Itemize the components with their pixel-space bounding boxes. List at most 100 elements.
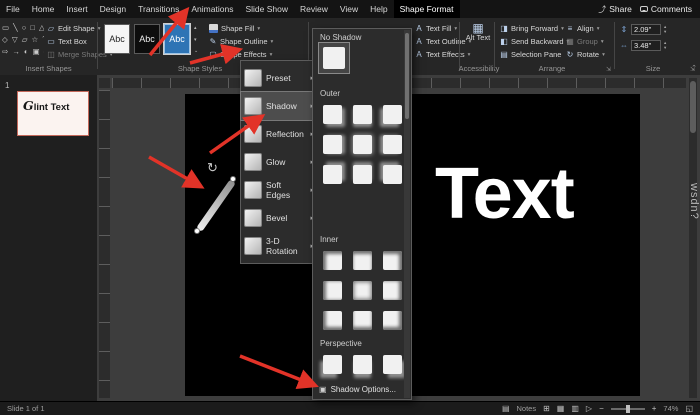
shadow-swatch-inner-9[interactable] [379, 307, 405, 333]
shadow-swatch-outer-6[interactable] [379, 131, 405, 157]
shadow-swatch-outer-5[interactable] [349, 131, 375, 157]
fit-to-window-icon[interactable]: ◱ [685, 404, 693, 413]
shadow-swatch-outer-2[interactable] [349, 101, 375, 127]
slide-thumbnail[interactable]: Glint Text [17, 91, 89, 136]
gallery-up-icon[interactable]: ▴ [194, 25, 198, 31]
height-spinner[interactable]: ▴▾ [664, 25, 666, 34]
selection-handle[interactable] [194, 228, 200, 234]
selection-handle[interactable] [230, 176, 236, 182]
normal-view-icon[interactable]: ⊞ [543, 404, 550, 413]
shadow-swatch-outer-3[interactable] [379, 101, 405, 127]
flyout-scrollbar-thumb[interactable] [405, 33, 409, 119]
selection-pane-button[interactable]: ▤ Selection Pane [499, 49, 561, 60]
chevron-down-icon: ▾ [561, 26, 564, 32]
arrange-dialog-launcher[interactable]: ⇲ [606, 66, 611, 73]
shadow-swatch-outer-8[interactable] [349, 161, 375, 187]
gallery-more-icon[interactable]: ⌄ [194, 48, 198, 54]
shape-style-preview-2[interactable]: Abc [134, 24, 160, 54]
group-button[interactable]: ▦ Group ▾ [565, 36, 604, 47]
menu-item-bevel[interactable]: Bevel ▸ [241, 204, 317, 232]
tab-help[interactable]: Help [364, 0, 393, 18]
shape-effects-button[interactable]: ▢ Shape Effects ▾ [208, 49, 272, 60]
menu-item-shadow[interactable]: Shadow ▸ [241, 92, 317, 120]
gallery-down-icon[interactable]: ▾ [194, 37, 198, 43]
shadow-swatch-outer-1[interactable] [319, 101, 345, 127]
shape-width-input[interactable]: 3.48" [631, 40, 661, 51]
canvas-scrollbar[interactable] [689, 78, 697, 398]
zoom-percent[interactable]: 74% [663, 404, 678, 413]
shadow-swatch-outer-4[interactable] [319, 131, 345, 157]
shape-fill-button[interactable]: Shape Fill ▾ [208, 23, 260, 34]
shadow-swatch-inner-3[interactable] [379, 247, 405, 273]
menu-item-reflection[interactable]: Reflection ▸ [241, 120, 317, 148]
tab-file[interactable]: File [0, 0, 26, 18]
menu-item-soft-edges[interactable]: Soft Edges ▸ [241, 176, 317, 204]
shadow-swatch-outer-7[interactable] [319, 161, 345, 187]
shadow-swatch-inner-8[interactable] [349, 307, 375, 333]
shape-gallery[interactable]: ▭ ╲ ○ □ △ ◇ ▽ ▱ ☆ ⌒ ⇨ → ◐ ▣ ◇ [2, 22, 44, 60]
chevron-down-icon: ▾ [454, 26, 457, 32]
comments-button[interactable]: Comments [640, 4, 692, 14]
tab-insert[interactable]: Insert [60, 0, 93, 18]
text-effects-button[interactable]: A Text Effects ▾ [414, 49, 470, 60]
collapse-ribbon-icon[interactable]: ⌃ [691, 64, 697, 72]
edit-shape-button[interactable]: ▱ Edit Shape ▾ [46, 23, 100, 34]
text-box-button[interactable]: ▭ Text Box [46, 36, 87, 47]
scrollbar-thumb[interactable] [690, 81, 696, 133]
align-button[interactable]: ≡ Align ▾ [565, 23, 599, 34]
no-shadow-swatch[interactable] [319, 43, 349, 73]
tab-shape-format[interactable]: Shape Format [394, 0, 460, 18]
slide-sorter-view-icon[interactable]: ▦ [557, 404, 565, 413]
zoom-slider-thumb[interactable] [626, 405, 630, 413]
shadow-swatch-inner-6[interactable] [379, 277, 405, 303]
slide-text[interactable]: Text [435, 158, 574, 230]
group-divider [97, 22, 98, 69]
shadow-swatch-inner-5[interactable] [349, 277, 375, 303]
share-button[interactable]: ⤴ Share [598, 4, 632, 15]
tab-animations[interactable]: Animations [185, 0, 239, 18]
shape-style-preview-3-selected[interactable]: Abc [164, 24, 190, 54]
notes-button[interactable]: Notes [517, 404, 537, 413]
tab-slide-show[interactable]: Slide Show [239, 0, 294, 18]
menu-item-label: Soft Edges [266, 180, 306, 200]
text-fill-button[interactable]: A Text Fill ▾ [414, 23, 457, 34]
bring-forward-button[interactable]: ◨ Bring Forward ▾ [499, 23, 564, 34]
style-gallery-arrows[interactable]: ▴ ▾ ⌄ [194, 25, 198, 54]
rotate-handle-icon[interactable]: ↻ [207, 160, 218, 176]
shadow-swatch-perspective-3[interactable] [379, 351, 405, 377]
shadow-swatch-perspective-2[interactable] [349, 351, 375, 377]
zoom-in-icon[interactable]: + [652, 404, 657, 413]
zoom-out-icon[interactable]: − [599, 404, 604, 413]
tab-transitions[interactable]: Transitions [132, 0, 185, 18]
shadow-swatch-perspective-1[interactable] [319, 351, 345, 377]
flyout-scrollbar[interactable] [404, 30, 410, 398]
tab-review[interactable]: Review [294, 0, 334, 18]
send-backward-button[interactable]: ◧ Send Backward ▾ [499, 36, 569, 47]
slideshow-view-icon[interactable]: ▷ [586, 404, 592, 413]
shadow-swatch-outer-9[interactable] [379, 161, 405, 187]
shape-outline-button[interactable]: ✎ Shape Outline ▾ [208, 36, 273, 47]
shape-style-preview-1[interactable]: Abc [104, 24, 130, 54]
status-bar-right: ▤ Notes ⊞ ▦ ▥ ▷ − + 74% ◱ [502, 404, 693, 413]
tab-design[interactable]: Design [94, 0, 132, 18]
tab-home[interactable]: Home [26, 0, 61, 18]
menu-item-3d-rotation[interactable]: 3-D Rotation ▸ [241, 232, 317, 260]
rotate-button[interactable]: ↻ Rotate ▾ [565, 49, 605, 60]
shape-gallery-row: ◇ ▽ ▱ ☆ ⌒ [2, 34, 44, 46]
width-spinner[interactable]: ▴▾ [664, 41, 666, 50]
shadow-swatch-inner-4[interactable] [319, 277, 345, 303]
shadow-swatch-inner-2[interactable] [349, 247, 375, 273]
group-divider [494, 22, 495, 69]
shadow-options-button[interactable]: ▣ Shadow Options... [319, 385, 396, 394]
alt-text-button[interactable]: ▦ Alt Text [463, 24, 493, 64]
zoom-slider[interactable] [611, 408, 645, 410]
menu-item-preset[interactable]: Preset ▸ [241, 64, 317, 92]
share-label: Share [609, 4, 632, 14]
reading-view-icon[interactable]: ▥ [571, 404, 579, 413]
menu-item-glow[interactable]: Glow ▸ [241, 148, 317, 176]
selected-glint-shape[interactable] [196, 179, 236, 232]
shadow-swatch-inner-1[interactable] [319, 247, 345, 273]
tab-view[interactable]: View [334, 0, 364, 18]
shadow-swatch-inner-7[interactable] [319, 307, 345, 333]
shape-height-input[interactable]: 2.09" [631, 24, 661, 35]
